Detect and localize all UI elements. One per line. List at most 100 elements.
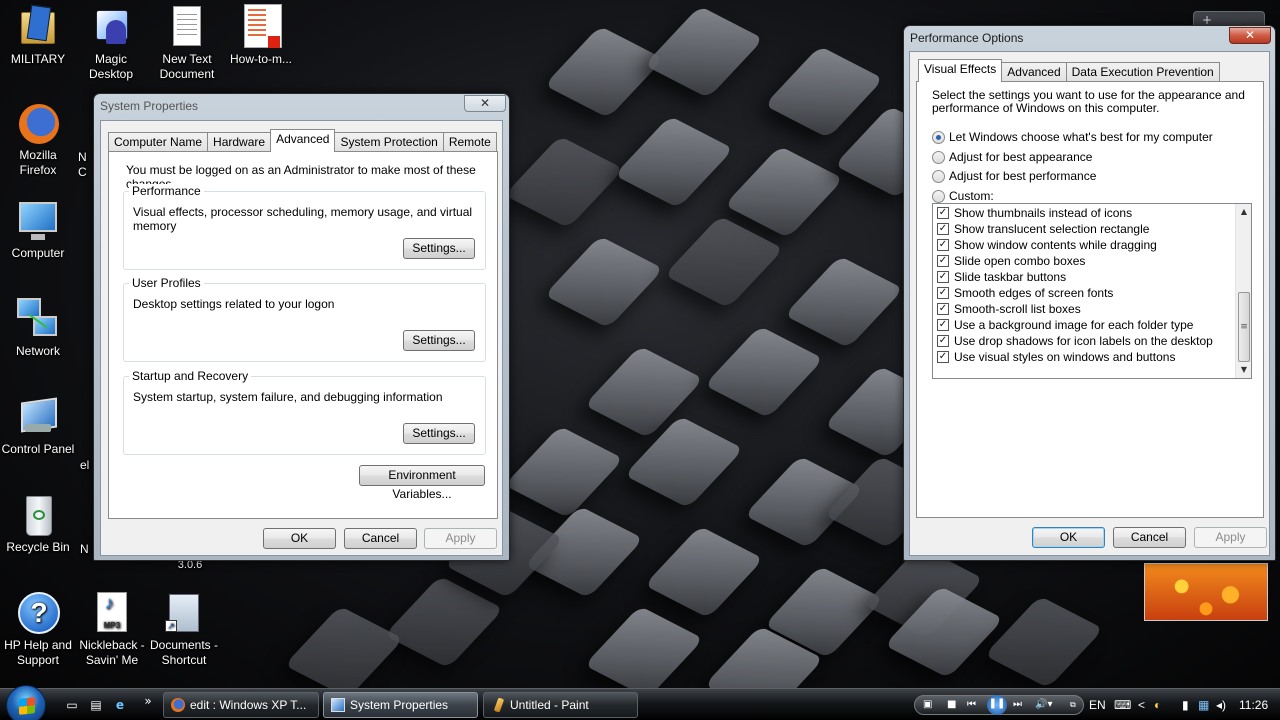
start-button[interactable] [6,685,46,720]
effect-label: Show translucent selection rectangle [954,222,1150,236]
tray-chevron-icon[interactable]: < [1138,689,1145,720]
tab-visual-effects[interactable]: Visual Effects [918,59,1003,82]
restore-icon[interactable]: ⧉ [1070,696,1076,714]
task-paint[interactable]: Untitled - Paint [483,692,638,718]
effect-checkbox[interactable]: ✓ Use drop shadows for icon labels on the… [933,333,1235,349]
effect-checkbox[interactable]: ✓ Show window contents while dragging [933,237,1235,253]
firefox-icon [171,698,185,712]
close-button[interactable]: ✕ [1229,27,1271,44]
performance-settings-button[interactable]: Settings... [403,238,475,259]
previous-icon[interactable]: ⏮ [967,696,976,714]
volume-icon[interactable]: 🔊▾ [1035,696,1052,714]
effect-label: Smooth edges of screen fonts [954,286,1114,300]
checkbox-icon[interactable]: ✓ [937,207,949,219]
next-icon[interactable]: ⏭ [1013,696,1022,714]
close-button[interactable]: ✕ [464,95,506,112]
scroll-up-icon[interactable]: ▲ [1236,204,1251,220]
effect-checkbox[interactable]: ✓ Use a background image for each folder … [933,317,1235,333]
window-title: System Properties [100,99,199,113]
effect-checkbox[interactable]: ✓ Show thumbnails instead of icons [933,205,1235,221]
environment-variables-button[interactable]: Environment Variables... [359,465,485,501]
scroll-thumb[interactable]: ≡ [1238,292,1250,362]
checkbox-icon[interactable]: ✓ [937,223,949,235]
desktop-icon-new-text-document[interactable]: New Text Document [149,4,225,82]
tab-hardware[interactable]: Hardware [207,132,272,152]
radio-best-appearance[interactable]: Adjust for best appearance [932,150,1092,164]
desktop-icon-hp-help[interactable]: ? HP Help and Support [0,590,76,668]
radio-let-windows-choose[interactable]: Let Windows choose what's best for my co… [932,130,1213,144]
tab-data-execution-prevention[interactable]: Data Execution Prevention [1065,62,1220,82]
startup-recovery-settings-button[interactable]: Settings... [403,423,475,444]
security-icon[interactable]: ◐ [1154,689,1161,720]
desktop-icon-military[interactable]: MILITARY [0,4,76,67]
cancel-button[interactable]: Cancel [344,528,417,549]
checkbox-icon[interactable]: ✓ [937,303,949,315]
wallpaper-tile [384,575,504,669]
checkbox-icon[interactable]: ✓ [937,335,949,347]
internet-explorer-icon[interactable]: e [112,697,128,713]
stop-icon[interactable]: ■ [947,696,956,714]
performance-options-window[interactable]: Performance Options ✕ Visual Effects Adv… [903,25,1276,561]
slideshow-gadget[interactable] [1144,563,1268,621]
vertical-scrollbar[interactable]: ▲ ≡ ▼ [1235,204,1251,378]
system-properties-window[interactable]: System Properties ✕ Computer Name Hardwa… [93,93,510,561]
user-profiles-settings-button[interactable]: Settings... [403,330,475,351]
wallpaper-tile [544,235,664,329]
volume-icon[interactable]: ◂) [1216,689,1226,720]
checkbox-icon[interactable]: ✓ [937,287,949,299]
language-indicator[interactable]: EN [1089,689,1106,720]
desktop-icon-magic-desktop[interactable]: Magic Desktop [73,4,149,82]
visual-effects-list[interactable]: ✓ Show thumbnails instead of icons ✓ Show t… [932,203,1252,379]
effect-checkbox[interactable]: ✓ Smooth-scroll list boxes [933,301,1235,317]
desktop-icon-mp3[interactable]: ♪ MP3 Nickleback - Savin' Me [74,590,150,668]
radio-custom[interactable]: Custom: [932,189,994,203]
show-desktop-icon[interactable]: ▭ [64,697,80,713]
clock[interactable]: 11:26 [1239,689,1268,720]
checkbox-icon[interactable]: ✓ [937,255,949,267]
ok-button[interactable]: OK [1032,527,1105,548]
tab-advanced[interactable]: Advanced [1001,62,1067,82]
desktop-icon-how-to[interactable]: How-to-m... [223,4,299,67]
effect-checkbox[interactable]: ✓ Slide taskbar buttons [933,269,1235,285]
desktop-icon-network[interactable]: Network [0,296,76,359]
network-icon[interactable]: ▦ [1198,689,1209,720]
tab-remote[interactable]: Remote [442,132,497,152]
apply-button[interactable]: Apply [424,528,497,549]
effect-checkbox[interactable]: ✓ Show translucent selection rectangle [933,221,1235,237]
quick-launch-overflow[interactable]: » [140,693,156,709]
task-system-properties[interactable]: System Properties [323,692,478,718]
desktop-icon-recycle-bin[interactable]: Recycle Bin [0,492,76,555]
paint-icon [493,697,505,713]
ok-button[interactable]: OK [263,528,336,549]
checkbox-icon[interactable]: ✓ [937,319,949,331]
wallpaper-tile [544,25,664,119]
cancel-button[interactable]: Cancel [1113,527,1186,548]
effect-checkbox[interactable]: ✓ Smooth edges of screen fonts [933,285,1235,301]
group-title: User Profiles [129,276,204,290]
dialog-body: Computer Name Hardware Advanced System P… [100,120,503,556]
task-firefox[interactable]: edit : Windows XP T... [163,692,319,718]
tab-advanced[interactable]: Advanced [270,129,336,152]
checkbox-icon[interactable]: ✓ [937,239,949,251]
checkbox-icon[interactable]: ✓ [937,351,949,363]
tab-panel-advanced: You must be logged on as an Administrato… [108,151,498,519]
switch-windows-icon[interactable]: ▤ [88,697,104,713]
desktop-icon-documents-shortcut[interactable]: ↗ Documents - Shortcut [146,590,222,668]
effect-checkbox[interactable]: ✓ Slide open combo boxes [933,253,1235,269]
keyboard-icon[interactable]: ⌨ [1114,689,1131,720]
power-icon[interactable]: ▮ [1182,689,1189,720]
media-player-icon[interactable]: ▣ [923,696,932,714]
effect-checkbox[interactable]: ✓ Use visual styles on windows and button… [933,349,1235,365]
tab-computer-name[interactable]: Computer Name [108,132,209,152]
radio-best-performance[interactable]: Adjust for best performance [932,169,1096,183]
wallpaper-tile [784,255,904,349]
tab-strip: Computer Name Hardware Advanced System P… [108,129,497,152]
checkbox-icon[interactable]: ✓ [937,271,949,283]
apply-button[interactable]: Apply [1194,527,1267,548]
pause-icon[interactable]: ❚❚ [987,695,1007,715]
scroll-down-icon[interactable]: ▼ [1236,362,1251,378]
desktop-icon-firefox[interactable]: Mozilla Firefox [0,100,76,178]
desktop-icon-computer[interactable]: Computer [0,198,76,261]
desktop-icon-control-panel[interactable]: Control Panel [0,394,76,457]
tab-system-protection[interactable]: System Protection [334,132,444,152]
